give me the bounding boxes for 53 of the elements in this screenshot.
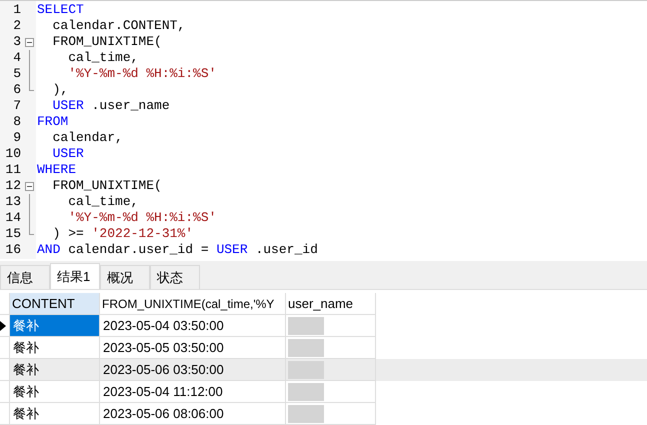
table-cell: 2023-05-06 03:50:00 bbox=[100, 359, 286, 381]
result-tab[interactable]: 信息 bbox=[0, 265, 50, 289]
line-number: 14 bbox=[4, 210, 22, 226]
table-cell: 餐补 bbox=[10, 381, 100, 403]
code-line: '%Y-%m-%d %H:%i:%S' bbox=[67, 210, 218, 226]
code-line: FROM bbox=[36, 114, 70, 130]
code-line: calendar.CONTENT, bbox=[52, 18, 186, 34]
line-number: 6 bbox=[12, 82, 22, 98]
code-line: FROM_UNIXTIME( bbox=[52, 34, 163, 50]
table-cell: 2023-05-04 11:12:00 bbox=[100, 381, 286, 403]
line-number: 4 bbox=[12, 50, 22, 66]
code-line: AND calendar.user_id = USER .user_id bbox=[36, 242, 318, 258]
code-line: USER .user_name bbox=[52, 98, 171, 114]
code-line: ), bbox=[52, 82, 70, 98]
code-line: cal_time, bbox=[67, 50, 140, 66]
collapse-icon[interactable] bbox=[24, 38, 34, 46]
code-line: WHERE bbox=[36, 162, 78, 178]
line-number: 10 bbox=[4, 146, 22, 162]
line-number: 1 bbox=[12, 2, 22, 18]
line-number: 13 bbox=[4, 194, 22, 210]
line-number: 11 bbox=[4, 162, 22, 178]
line-number: 15 bbox=[4, 226, 22, 242]
column-header[interactable]: CONTENT bbox=[10, 293, 100, 315]
row-header[interactable] bbox=[0, 315, 10, 337]
column-header[interactable]: user_name bbox=[286, 293, 376, 315]
line-number: 9 bbox=[12, 130, 22, 146]
code-line: SELECT bbox=[36, 2, 85, 18]
code-line: calendar, bbox=[52, 130, 124, 146]
result-tab[interactable]: 结果1 bbox=[50, 263, 100, 289]
column-header[interactable]: FROM_UNIXTIME(cal_time,'%Y bbox=[100, 293, 286, 315]
code-line: FROM_UNIXTIME( bbox=[52, 178, 163, 194]
code-line: cal_time, bbox=[67, 194, 140, 210]
code-line: USER bbox=[52, 146, 85, 162]
code-editor[interactable] bbox=[0, 0, 647, 262]
table-cell: 2023-05-04 03:50:00 bbox=[100, 315, 286, 337]
line-number: 16 bbox=[4, 242, 22, 258]
collapse-icon[interactable] bbox=[24, 182, 34, 190]
line-number: 8 bbox=[12, 114, 22, 130]
line-number: 7 bbox=[12, 98, 22, 114]
line-number: 12 bbox=[4, 178, 22, 194]
table-cell: 餐补 bbox=[10, 315, 100, 337]
table-cell: 餐补 bbox=[10, 359, 100, 381]
fold-end-line bbox=[28, 82, 34, 91]
line-number: 2 bbox=[12, 18, 22, 34]
code-line: ) >= '2022-12-31%' bbox=[52, 226, 194, 242]
fold-end-line bbox=[28, 226, 34, 235]
table-cell: 2023-05-06 08:06:00 bbox=[100, 403, 286, 425]
line-number: 5 bbox=[12, 66, 22, 82]
table-cell: 餐补 bbox=[10, 403, 100, 425]
result-tab[interactable]: 状态 bbox=[150, 265, 200, 289]
line-number: 3 bbox=[12, 34, 22, 50]
code-line: '%Y-%m-%d %H:%i:%S' bbox=[67, 66, 218, 82]
result-tab[interactable]: 概况 bbox=[100, 265, 150, 289]
